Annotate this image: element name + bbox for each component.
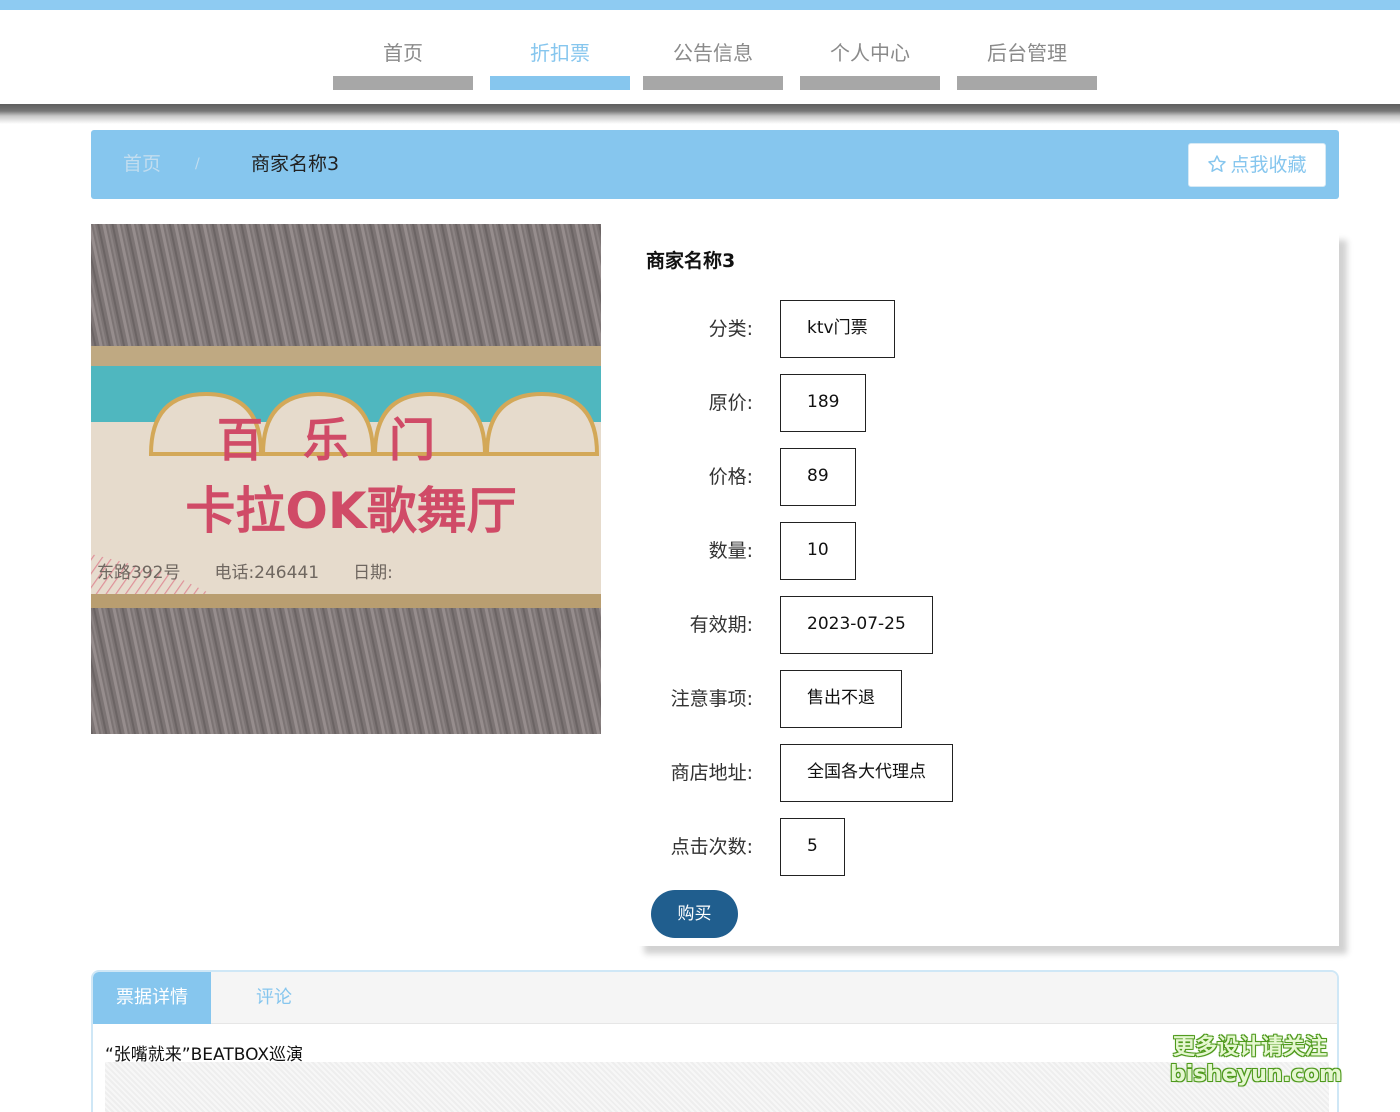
product-info-panel: 商家名称3 分类: ktv门票 原价: 189 价格: 89 数量: 10 有效…	[636, 232, 1339, 946]
field-price: 价格: 89	[636, 448, 1336, 506]
nav-item-label: 个人中心	[830, 41, 910, 65]
field-valid-until: 有效期: 2023-07-25	[636, 596, 1336, 654]
field-category: 分类: ktv门票	[636, 300, 1336, 358]
nav-item-label: 折扣票	[530, 41, 590, 65]
field-store-address: 商店地址: 全国各大代理点	[636, 744, 1336, 802]
nav-item-bar	[957, 76, 1097, 90]
product-title: 商家名称3	[646, 250, 736, 272]
nav-item-bar	[800, 76, 940, 90]
favorite-button[interactable]: 点我收藏	[1188, 143, 1326, 187]
field-label: 商店地址:	[670, 762, 753, 784]
nav-item-bar	[490, 76, 630, 90]
watermark-line-2: bisheyun.com	[1170, 1062, 1343, 1087]
buy-button[interactable]: 购买	[651, 890, 738, 938]
nav-item-home[interactable]: 首页	[333, 10, 473, 90]
ticket-main-text: 卡拉OK歌舞厅	[185, 482, 516, 540]
product-image: 百乐门 卡拉OK歌舞厅 东路392号 电话:246441 日期:	[91, 224, 601, 734]
favorite-button-label: 点我收藏	[1230, 154, 1307, 176]
field-label: 点击次数:	[670, 836, 753, 858]
tab-ticket-details[interactable]: 票据详情	[93, 972, 211, 1024]
field-label: 数量:	[708, 540, 753, 562]
field-value: 5	[780, 818, 845, 876]
breadcrumb-home-link[interactable]: 首页	[123, 130, 161, 199]
field-quantity: 数量: 10	[636, 522, 1336, 580]
field-original-price: 原价: 189	[636, 374, 1336, 432]
watermark: 更多设计请关注 bisheyun.com	[1170, 1034, 1343, 1088]
nav-item-label: 首页	[383, 41, 423, 65]
ticket-bottom-text: 东路392号 电话:246441 日期:	[97, 563, 393, 583]
field-label: 注意事项:	[670, 688, 753, 710]
breadcrumb-separator: /	[195, 156, 200, 172]
breadcrumb-current: 商家名称3	[251, 153, 340, 175]
field-value: 售出不退	[780, 670, 902, 728]
field-notes: 注意事项: 售出不退	[636, 670, 1336, 728]
watermark-line-1: 更多设计请关注	[1172, 1035, 1327, 1060]
nav-item-personal-center[interactable]: 个人中心	[800, 10, 940, 90]
field-click-count: 点击次数: 5	[636, 818, 1336, 876]
field-value: 10	[780, 522, 856, 580]
field-value: 2023-07-25	[780, 596, 933, 654]
nav-item-bar	[333, 76, 473, 90]
ticket-top-text: 百乐门	[217, 413, 475, 467]
field-label: 价格:	[708, 466, 753, 488]
ticket-photo: 百乐门 卡拉OK歌舞厅 东路392号 电话:246441 日期:	[91, 224, 601, 734]
detail-content-image	[105, 1062, 1329, 1112]
field-value: 189	[780, 374, 867, 432]
nav-item-admin[interactable]: 后台管理	[957, 10, 1097, 90]
field-label: 有效期:	[689, 614, 753, 636]
breadcrumb: 首页 / 商家名称3 点我收藏	[91, 130, 1339, 199]
field-value: 全国各大代理点	[780, 744, 953, 802]
nav-item-bar	[643, 76, 783, 90]
nav-item-discount-tickets[interactable]: 折扣票	[490, 10, 630, 90]
top-accent-strip	[0, 0, 1400, 10]
field-value: ktv门票	[780, 300, 895, 358]
detail-tabs: 票据详情 评论 “张嘴就来”BEATBOX巡演	[91, 970, 1339, 1112]
field-label: 分类:	[708, 318, 753, 340]
field-value: 89	[780, 448, 856, 506]
tab-header: 票据详情 评论	[93, 972, 1337, 1024]
nav-item-label: 后台管理	[987, 41, 1067, 65]
star-outline-icon	[1208, 155, 1227, 172]
field-label: 原价:	[708, 392, 753, 414]
main-nav: 首页 折扣票 公告信息 个人中心 后台管理	[0, 10, 1400, 104]
nav-shadow-divider	[0, 104, 1400, 124]
nav-item-announcements[interactable]: 公告信息	[643, 10, 783, 90]
nav-item-label: 公告信息	[673, 41, 753, 65]
tab-comments[interactable]: 评论	[211, 972, 337, 1024]
